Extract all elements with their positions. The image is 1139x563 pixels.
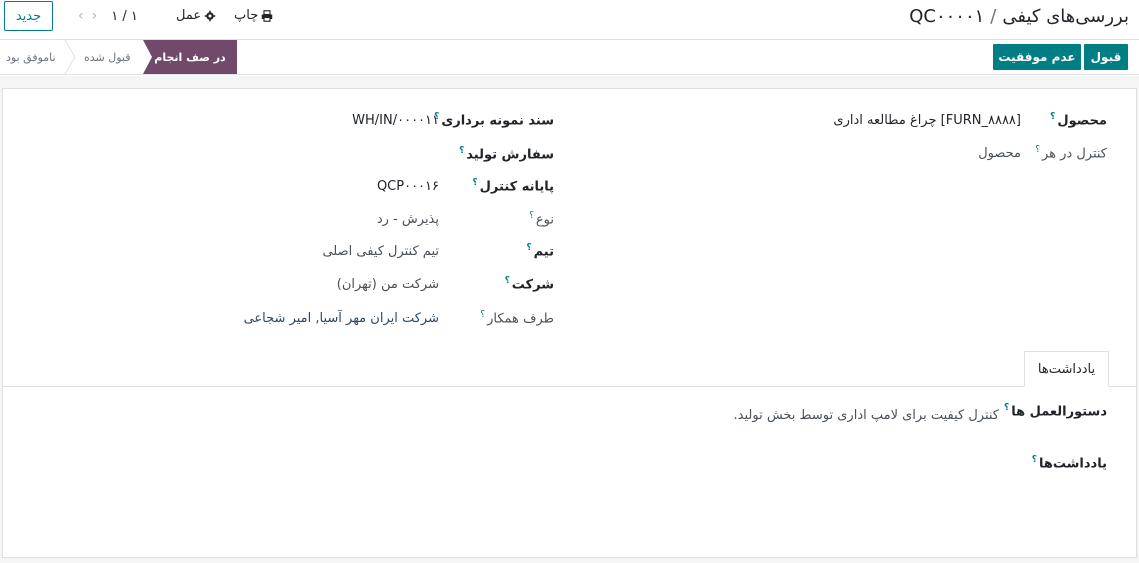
breadcrumb-separator: / <box>990 6 997 27</box>
help-icon[interactable]: ؟ <box>480 310 485 320</box>
printer-icon <box>262 9 273 22</box>
stage-accepted[interactable]: قبول شده <box>84 40 131 74</box>
instructions-label: دستورالعمل ها؟ <box>1003 403 1107 420</box>
stage-divider <box>64 40 76 74</box>
pager-previous-icon[interactable]: ‹ <box>78 8 84 24</box>
partner-value[interactable]: شرکت ایران مهر آسیا, امیر شجاعی <box>244 311 439 326</box>
stage-active-notch <box>143 40 152 74</box>
tab-bar-line <box>2 386 1137 387</box>
tab-notes[interactable]: یادداشت‌ها <box>1024 351 1109 387</box>
help-icon[interactable]: ؟ <box>1032 455 1037 465</box>
status-bar: قبول عدم موفقیت ناموفق بود قبول شده در ص… <box>0 39 1139 75</box>
team-label: تیم؟ <box>526 243 554 260</box>
type-label: نوع؟ <box>529 211 554 228</box>
pager-next-icon[interactable]: › <box>92 8 98 24</box>
help-icon[interactable]: ؟ <box>1004 403 1009 413</box>
print-label: چاپ <box>234 8 259 23</box>
instructions-value[interactable]: کنترل کیفیت برای لامپ اداری توسط بخش تول… <box>734 408 999 423</box>
control-per-label: کنترل در هر؟ <box>1035 145 1107 162</box>
control-point-label: پایانه کنترل؟ <box>472 178 554 195</box>
pager: ‹ › ۱ / ۱ <box>78 8 138 24</box>
company-label: شرکت؟ <box>504 276 554 293</box>
pager-value[interactable]: ۱ / ۱ <box>111 9 138 24</box>
help-icon[interactable]: ؟ <box>505 276 510 286</box>
control-point-value[interactable]: QCP۰۰۰۱۶ <box>377 179 439 194</box>
type-value: پذیرش - رد <box>376 212 439 227</box>
help-icon[interactable]: ؟ <box>1035 145 1040 155</box>
breadcrumb: بررسی‌های کیفی/QC۰۰۰۰۱ <box>909 6 1129 27</box>
action-menu-button[interactable]: عمل <box>176 8 216 23</box>
product-value[interactable]: [FURN_۸۸۸۸] چراغ مطالعه اداری <box>833 113 1021 128</box>
accept-button[interactable]: قبول <box>1084 44 1128 70</box>
help-icon[interactable]: ؟ <box>459 146 464 156</box>
control-per-value[interactable]: محصول <box>978 146 1021 161</box>
help-icon[interactable]: ؟ <box>529 211 534 221</box>
print-menu-button[interactable]: چاپ <box>234 8 273 23</box>
record-title: QC۰۰۰۰۱ <box>909 6 985 27</box>
product-label: محصول؟ <box>1050 112 1107 129</box>
new-button[interactable]: جدید <box>4 1 53 31</box>
picking-value[interactable]: WH/IN/۰۰۰۰۱۱ <box>352 113 439 128</box>
stage-active[interactable]: در صف انجام <box>143 40 237 74</box>
partner-label: طرف همکار؟ <box>480 310 554 327</box>
breadcrumb-parent-link[interactable]: بررسی‌های کیفی <box>1002 6 1129 27</box>
picking-label: سند نمونه برداری؟ <box>434 112 554 129</box>
help-icon[interactable]: ؟ <box>472 178 477 188</box>
gear-icon <box>204 10 216 21</box>
action-label: عمل <box>176 8 202 23</box>
stage-failed[interactable]: ناموفق بود <box>6 40 56 74</box>
company-value[interactable]: شرکت من (تهران) <box>337 277 439 292</box>
help-icon[interactable]: ؟ <box>526 243 531 253</box>
fail-button[interactable]: عدم موفقیت <box>993 44 1081 70</box>
form-sheet <box>2 88 1137 558</box>
production-label: سفارش تولید؟ <box>459 146 554 163</box>
notes-label: یادداشت‌ها؟ <box>1031 455 1107 472</box>
help-icon[interactable]: ؟ <box>1050 112 1055 122</box>
team-value[interactable]: تیم کنترل کیفی اصلی <box>322 244 439 259</box>
control-panel: بررسی‌های کیفی/QC۰۰۰۰۱ جدید ‹ › ۱ / ۱ عم… <box>0 0 1139 38</box>
